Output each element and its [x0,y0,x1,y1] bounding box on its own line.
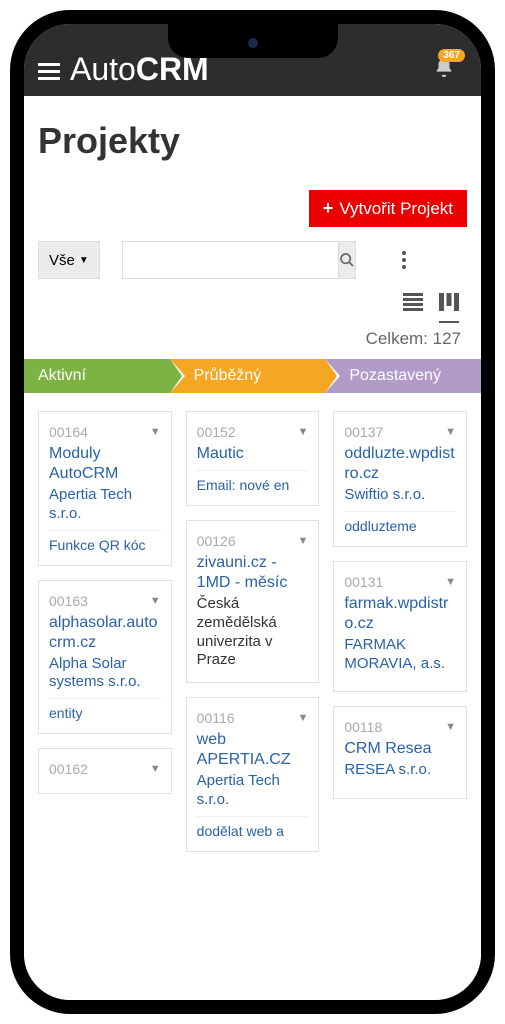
search-input[interactable] [122,241,338,279]
project-card[interactable]: 00137 ▼ oddluzte.wpdistro.cz Swiftio s.r.o.… [333,411,467,547]
card-number: 00162 [49,761,88,777]
kanban-column: 00164 ▼ Moduly AutoCRMApertia Tech s.r.o. F… [38,411,172,852]
filter-label: Vše [49,252,75,269]
stage-ongoing[interactable]: Průběžný [170,359,326,393]
kanban-column: 00137 ▼ oddluzte.wpdistro.cz Swiftio s.r.o.… [333,411,467,852]
project-card[interactable]: 00126 ▼ zivauni.cz - 1MD - měsícČeská země… [186,520,320,683]
chevron-down-icon: ▼ [79,255,89,266]
project-card[interactable]: 00131 ▼ farmak.wpdistro.czFARMAK MORAVIA, … [333,561,467,693]
chevron-down-icon[interactable]: ▼ [445,576,456,588]
card-number: 00118 [344,719,382,735]
chevron-down-icon[interactable]: ▼ [297,535,308,547]
card-extra: oddluzteme [344,518,456,534]
page-title: Projekty [38,120,467,162]
card-number: 00131 [344,574,383,590]
menu-icon[interactable] [38,63,60,80]
plus-icon: + [323,198,334,219]
kanban-view-button[interactable] [439,291,459,323]
search-button[interactable] [338,241,356,279]
card-subtitle: Alpha Solar systems s.r.o. [49,655,161,693]
chevron-down-icon[interactable]: ▼ [297,426,308,438]
kanban-board: 00164▼Moduly AutoCRMApertia Tech s.r.o.F… [38,411,467,852]
card-number: 00164 [49,424,88,440]
project-card[interactable]: 00162 ▼ [38,748,172,794]
card-number: 00116 [197,710,235,726]
card-subtitle: FARMAK MORAVIA, a.s. [344,636,456,674]
card-extra: dodělat web a [197,823,309,839]
chevron-down-icon[interactable]: ▼ [297,712,308,724]
chevron-down-icon[interactable]: ▼ [445,426,456,438]
card-number: 00152 [197,424,236,440]
card-title: farmak.wpdistro.cz [344,594,456,634]
card-number: 00163 [49,593,88,609]
project-card[interactable]: 00152 ▼ Mautic Email: nové en [186,411,320,506]
more-options-button[interactable] [394,241,414,279]
card-title: oddluzte.wpdistro.cz [344,444,456,484]
kanban-icon [439,293,459,311]
card-number: 00126 [197,533,236,549]
card-title: alphasolar.autocrm.cz [49,613,161,653]
filter-select[interactable]: Vše ▼ [38,241,100,279]
card-extra: Funkce QR kóc [49,537,161,553]
card-subtitle: RESEA s.r.o. [344,761,456,780]
card-number: 00137 [344,424,383,440]
chevron-down-icon[interactable]: ▼ [150,426,161,438]
list-view-button[interactable] [403,291,423,323]
project-card[interactable]: 00116 ▼ web APERTIA.CZApertia Tech s.r.o. d… [186,697,320,852]
card-title: Mautic [197,444,309,464]
card-extra: Email: nové en [197,477,309,493]
card-title: zivauni.cz - 1MD - měsíc [197,553,309,593]
card-extra: entity [49,705,161,721]
total-count: Celkem: 127 [38,329,467,349]
card-subtitle: Swiftio s.r.o. [344,486,456,505]
kanban-column: 00152 ▼ Mautic Email: nové en 00126 ▼ zivauni.… [186,411,320,852]
project-card[interactable]: 00163 ▼ alphasolar.autocrm.czAlpha Solar s… [38,580,172,735]
project-card[interactable]: 00164 ▼ Moduly AutoCRMApertia Tech s.r.o. F… [38,411,172,566]
card-title: CRM Resea [344,739,456,759]
card-subtitle: Apertia Tech s.r.o. [49,486,161,524]
create-project-button[interactable]: + Vytvořit Projekt [309,190,467,227]
chevron-down-icon[interactable]: ▼ [445,721,456,733]
card-title: web APERTIA.CZ [197,730,309,770]
stage-tabs: Aktivní Průběžný Pozastavený [24,359,481,393]
card-title: Moduly AutoCRM [49,444,161,484]
chevron-down-icon[interactable]: ▼ [150,763,161,775]
chevron-down-icon[interactable]: ▼ [150,595,161,607]
card-subtitle: Apertia Tech s.r.o. [197,772,309,810]
list-icon [403,293,423,311]
card-subtitle: Česká zemědělská univerzita v Praze [197,595,309,670]
notification-count-badge: 367 [438,49,465,62]
stage-active[interactable]: Aktivní [24,359,170,393]
search-icon [339,252,355,268]
stage-paused[interactable]: Pozastavený [325,359,481,393]
notifications-button[interactable]: 367 [433,57,455,84]
project-card[interactable]: 00118 ▼ CRM Resea RESEA s.r.o. [333,706,467,799]
create-project-label: Vytvořit Projekt [339,199,453,219]
